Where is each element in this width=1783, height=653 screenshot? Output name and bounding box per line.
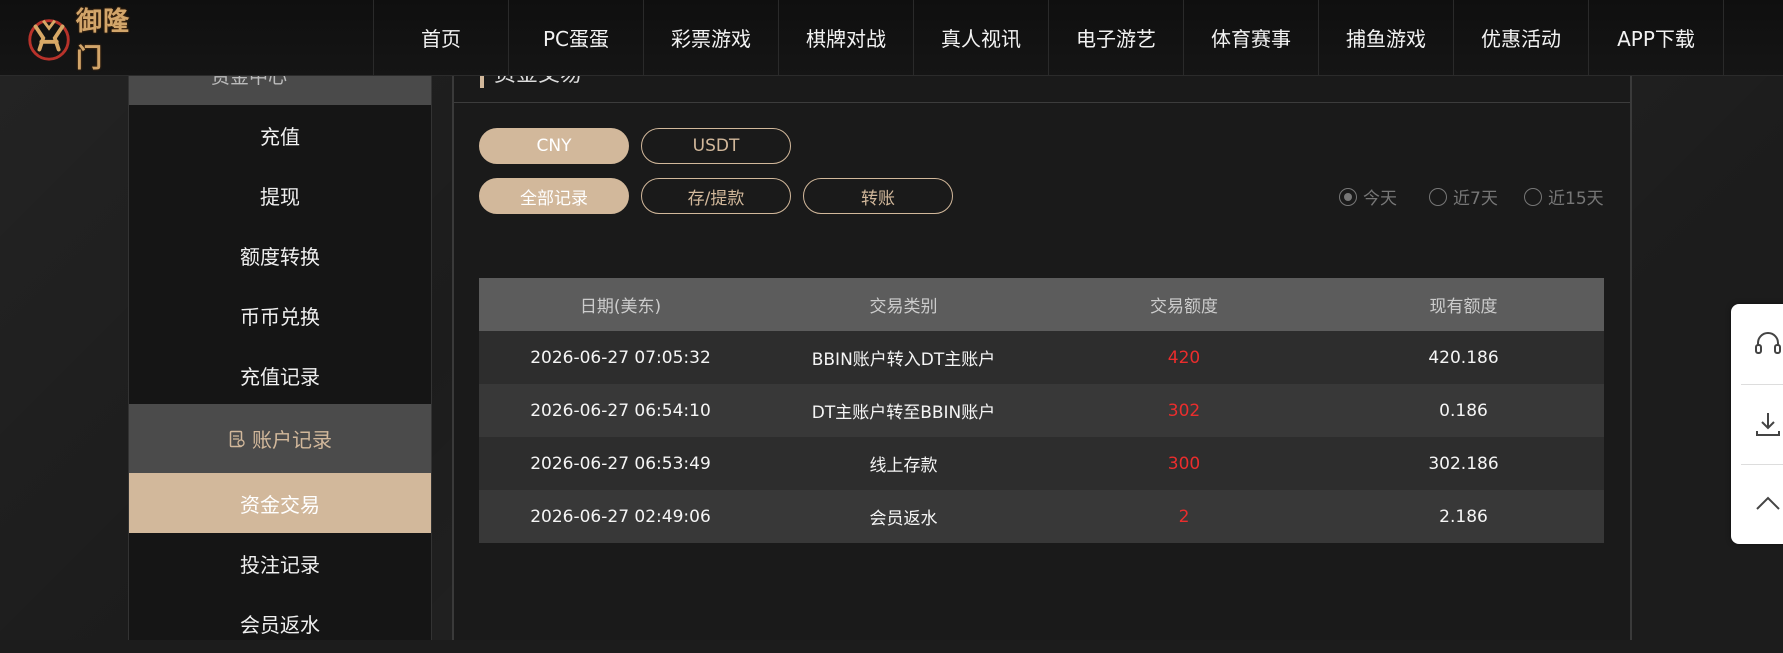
table-row: 2026-06-27 07:05:32 BBIN账户转入DT主账户 420 42… bbox=[479, 331, 1604, 384]
customer-service-button[interactable] bbox=[1731, 304, 1783, 384]
column-header-amount: 交易额度 bbox=[1150, 297, 1218, 317]
range-radio-15-days[interactable]: 近15天 bbox=[1524, 184, 1604, 209]
download-icon bbox=[1756, 413, 1780, 436]
filter-tab-transfer[interactable]: 转账 bbox=[803, 178, 953, 214]
cell-date: 2026-06-27 06:54:10 bbox=[530, 400, 711, 421]
back-to-top-button[interactable] bbox=[1731, 464, 1783, 544]
filter-tab-deposit-withdraw[interactable]: 存/提款 bbox=[641, 178, 791, 214]
arrow-up-icon bbox=[1756, 496, 1780, 510]
sidebar-item-deposit[interactable]: 充值 bbox=[129, 105, 431, 165]
sidebar-item-deposit-records[interactable]: 充值记录 bbox=[129, 345, 431, 405]
cell-type: 线上存款 bbox=[869, 456, 938, 476]
panel-title-bar: 资金交易 bbox=[454, 76, 1630, 103]
table-header: 日期(美东) 交易类别 交易额度 现有额度 bbox=[479, 278, 1604, 331]
sidebar: 资金中心 充值 提现 额度转换 币币兑换 充值记录 账户记录 资金交易 投注记录… bbox=[128, 76, 432, 640]
cell-amount: 420 bbox=[1167, 347, 1201, 368]
cell-amount: 2 bbox=[1178, 506, 1190, 527]
sidebar-item-fund-transactions[interactable]: 资金交易 bbox=[129, 473, 431, 533]
floating-toolbar bbox=[1731, 304, 1783, 544]
logo-text: 御隆门 bbox=[76, 7, 131, 74]
main-panel: 资金交易 CNY USDT 全部记录 存/提款 转账 今天 近7天 近15天 日… bbox=[452, 76, 1632, 640]
nav-item-pc-eggs[interactable]: PC蛋蛋 bbox=[508, 0, 643, 75]
filter-tab-all-records[interactable]: 全部记录 bbox=[479, 178, 629, 214]
table-row: 2026-06-27 06:54:10 DT主账户转至BBIN账户 302 0.… bbox=[479, 384, 1604, 437]
column-header-type: 交易类别 bbox=[869, 297, 938, 317]
sidebar-item-rebate[interactable]: 会员返水 bbox=[129, 593, 431, 653]
range-radio-15-days-label: 近15天 bbox=[1548, 189, 1604, 209]
nav-item-promotions[interactable]: 优惠活动 bbox=[1453, 0, 1588, 75]
cell-balance: 2.186 bbox=[1439, 506, 1488, 527]
nav-item-fishing[interactable]: 捕鱼游戏 bbox=[1318, 0, 1453, 75]
sidebar-item-coin-exchange[interactable]: 币币兑换 bbox=[129, 285, 431, 345]
nav-item-app-download[interactable]: APP下载 bbox=[1588, 0, 1724, 75]
transactions-table: 日期(美东) 交易类别 交易额度 现有额度 2026-06-27 07:05:3… bbox=[479, 278, 1604, 543]
cell-type: 会员返水 bbox=[869, 509, 938, 529]
column-header-balance: 现有额度 bbox=[1429, 297, 1498, 317]
radio-unchecked-icon bbox=[1524, 187, 1542, 206]
main-nav: 首页 PC蛋蛋 彩票游戏 棋牌对战 真人视讯 电子游艺 体育赛事 捕鱼游戏 优惠… bbox=[373, 0, 1724, 75]
nav-item-sports[interactable]: 体育赛事 bbox=[1183, 0, 1318, 75]
sidebar-item-transfer[interactable]: 额度转换 bbox=[129, 225, 431, 285]
range-radio-today[interactable]: 今天 bbox=[1339, 184, 1397, 209]
nav-item-chess-cards[interactable]: 棋牌对战 bbox=[778, 0, 913, 75]
sidebar-group-account-records-label: 账户记录 bbox=[252, 428, 332, 452]
cell-date: 2026-06-27 02:49:06 bbox=[530, 506, 711, 527]
brand-logo[interactable]: 御隆门 bbox=[24, 7, 154, 74]
logo-emblem-icon bbox=[28, 19, 70, 61]
cell-date: 2026-06-27 06:53:49 bbox=[530, 453, 711, 474]
column-header-date: 日期(美东) bbox=[579, 297, 662, 317]
nav-item-live-video[interactable]: 真人视讯 bbox=[913, 0, 1048, 75]
currency-tab-usdt[interactable]: USDT bbox=[641, 128, 791, 164]
cell-date: 2026-06-27 07:05:32 bbox=[530, 347, 711, 368]
currency-tab-cny[interactable]: CNY bbox=[479, 128, 629, 164]
sidebar-group-funds-label: 资金中心 bbox=[211, 76, 288, 88]
range-radio-today-label: 今天 bbox=[1363, 189, 1397, 209]
sidebar-item-withdraw[interactable]: 提现 bbox=[129, 165, 431, 225]
table-row: 2026-06-27 02:49:06 会员返水 2 2.186 bbox=[479, 490, 1604, 543]
range-radio-7-days[interactable]: 近7天 bbox=[1429, 184, 1498, 209]
cell-balance: 302.186 bbox=[1428, 453, 1499, 474]
top-header: 御隆门 首页 PC蛋蛋 彩票游戏 棋牌对战 真人视讯 电子游艺 体育赛事 捕鱼游… bbox=[0, 0, 1783, 76]
sidebar-group-account-records[interactable]: 账户记录 bbox=[129, 404, 431, 473]
cell-type: DT主账户转至BBIN账户 bbox=[811, 403, 996, 423]
cell-amount: 300 bbox=[1167, 453, 1201, 474]
cell-balance: 0.186 bbox=[1439, 400, 1488, 421]
document-icon bbox=[229, 430, 245, 447]
range-radio-7-days-label: 近7天 bbox=[1453, 189, 1498, 209]
table-row: 2026-06-27 06:53:49 线上存款 300 302.186 bbox=[479, 437, 1604, 490]
headset-icon bbox=[1755, 332, 1781, 354]
sidebar-item-bet-records[interactable]: 投注记录 bbox=[129, 533, 431, 593]
cell-type: BBIN账户转入DT主账户 bbox=[811, 350, 996, 370]
cell-amount: 302 bbox=[1167, 400, 1201, 421]
nav-item-home[interactable]: 首页 bbox=[373, 0, 508, 75]
radio-unchecked-icon bbox=[1429, 187, 1447, 206]
download-button[interactable] bbox=[1731, 384, 1783, 464]
cell-balance: 420.186 bbox=[1428, 347, 1499, 368]
panel-title: 资金交易 bbox=[480, 76, 582, 88]
sidebar-group-funds[interactable]: 资金中心 bbox=[129, 76, 431, 105]
nav-item-lottery[interactable]: 彩票游戏 bbox=[643, 0, 778, 75]
nav-item-electronic-games[interactable]: 电子游艺 bbox=[1048, 0, 1183, 75]
radio-checked-icon bbox=[1339, 187, 1357, 206]
